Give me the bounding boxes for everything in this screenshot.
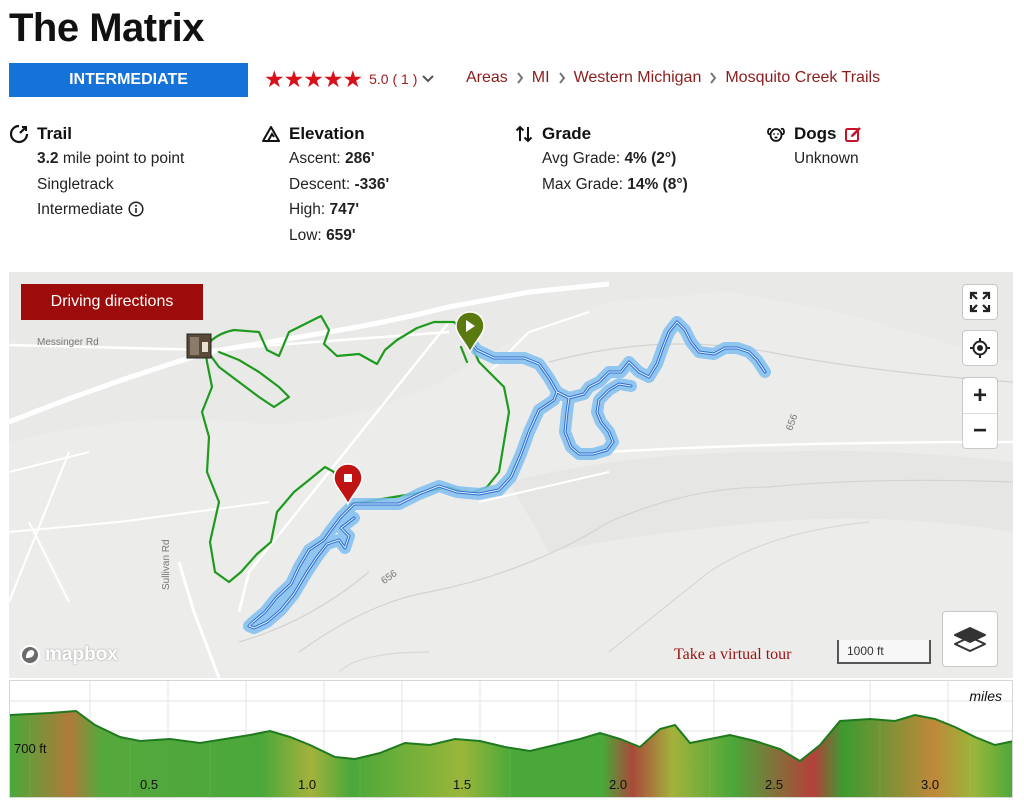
- low-elevation: Low: 659': [289, 226, 356, 244]
- profile-elevation-label: 700 ft: [14, 741, 47, 756]
- trail-type: Singletrack: [37, 175, 114, 193]
- map-canvas[interactable]: [9, 272, 1013, 678]
- mapbox-logo[interactable]: mapbox: [19, 644, 118, 666]
- chevron-right-icon: [558, 72, 566, 84]
- profile-tick: 2.5: [765, 777, 784, 792]
- grade-stats: Grade Avg Grade: 4% (2°) Max Grade: 14% …: [514, 122, 688, 197]
- driving-directions-button[interactable]: Driving directions: [21, 284, 203, 320]
- fullscreen-icon[interactable]: [963, 285, 997, 319]
- breadcrumb-region[interactable]: Western Michigan: [574, 69, 702, 87]
- trail-map[interactable]: Messinger Rd Sullivan Rd 656 656 Driving…: [9, 272, 1013, 678]
- trail-title: The Matrix: [9, 6, 205, 50]
- mountain-icon: [261, 123, 283, 145]
- breadcrumb-areas[interactable]: Areas: [466, 69, 508, 87]
- chevron-down-icon[interactable]: [421, 74, 435, 84]
- virtual-tour-link[interactable]: Take a virtual tour: [674, 646, 792, 664]
- profile-tick: 0.5: [140, 777, 159, 792]
- up-down-arrows-icon: [514, 123, 536, 145]
- avg-grade: Avg Grade: 4% (2°): [542, 150, 677, 167]
- zoom-in-button[interactable]: +: [963, 378, 997, 413]
- rating-stars[interactable]: ★★★★★: [264, 67, 363, 91]
- dogs-heading: Dogs: [794, 124, 837, 143]
- elevation-stats: Elevation Ascent: 286' Descent: -336' Hi…: [261, 122, 389, 248]
- rating-count[interactable]: 5.0 ( 1 ): [369, 71, 417, 87]
- trail-icon: [9, 123, 31, 145]
- profile-tick: 1.0: [298, 777, 317, 792]
- road-label-sullivan: Sullivan Rd: [161, 539, 172, 590]
- trail-heading: Trail: [37, 124, 72, 143]
- trail-distance: 3.2 mile point to point: [37, 150, 185, 167]
- grade-heading: Grade: [542, 124, 592, 143]
- dog-icon: [766, 123, 788, 145]
- profile-tick: 3.0: [921, 777, 940, 792]
- dogs-stats: Dogs Unknown: [766, 122, 862, 172]
- profile-tick: 2.0: [609, 777, 628, 792]
- breadcrumb-state[interactable]: MI: [532, 69, 550, 87]
- breadcrumb-trail-system[interactable]: Mosquito Creek Trails: [725, 69, 880, 87]
- trailhead-photo-marker[interactable]: [186, 333, 212, 359]
- zoom-controls: + −: [963, 378, 997, 448]
- high-elevation: High: 747': [289, 201, 360, 218]
- breadcrumb: Areas MI Western Michigan Mosquito Creek…: [466, 69, 880, 87]
- trail-difficulty: Intermediate: [37, 197, 184, 223]
- difficulty-badge: INTERMEDIATE: [9, 63, 248, 97]
- elevation-heading: Elevation: [289, 124, 365, 143]
- ascent: Ascent: 286': [289, 150, 375, 167]
- rating[interactable]: ★★★★★ 5.0 ( 1 ): [264, 66, 435, 92]
- profile-tick: 1.5: [453, 777, 472, 792]
- elevation-profile[interactable]: miles 700 ft 0.5 1.0 1.5 2.0 2.5 3.0: [9, 680, 1013, 798]
- layers-icon[interactable]: [943, 612, 997, 666]
- max-grade: Max Grade: 14% (8°): [542, 175, 688, 193]
- zoom-out-button[interactable]: −: [963, 413, 997, 448]
- trail-stats: Trail 3.2 mile point to point Singletrac…: [9, 122, 184, 223]
- chevron-right-icon: [516, 72, 524, 84]
- elevation-profile-chart[interactable]: [10, 681, 1013, 798]
- info-icon[interactable]: [128, 201, 144, 217]
- edit-icon[interactable]: [844, 126, 862, 143]
- descent: Descent: -336': [289, 175, 390, 193]
- road-label-messinger: Messinger Rd: [37, 337, 99, 348]
- locate-icon[interactable]: [963, 331, 997, 365]
- map-scale: 1000 ft: [837, 640, 931, 664]
- chevron-right-icon: [709, 72, 717, 84]
- profile-units: miles: [969, 688, 1002, 704]
- dogs-value: Unknown: [794, 150, 859, 167]
